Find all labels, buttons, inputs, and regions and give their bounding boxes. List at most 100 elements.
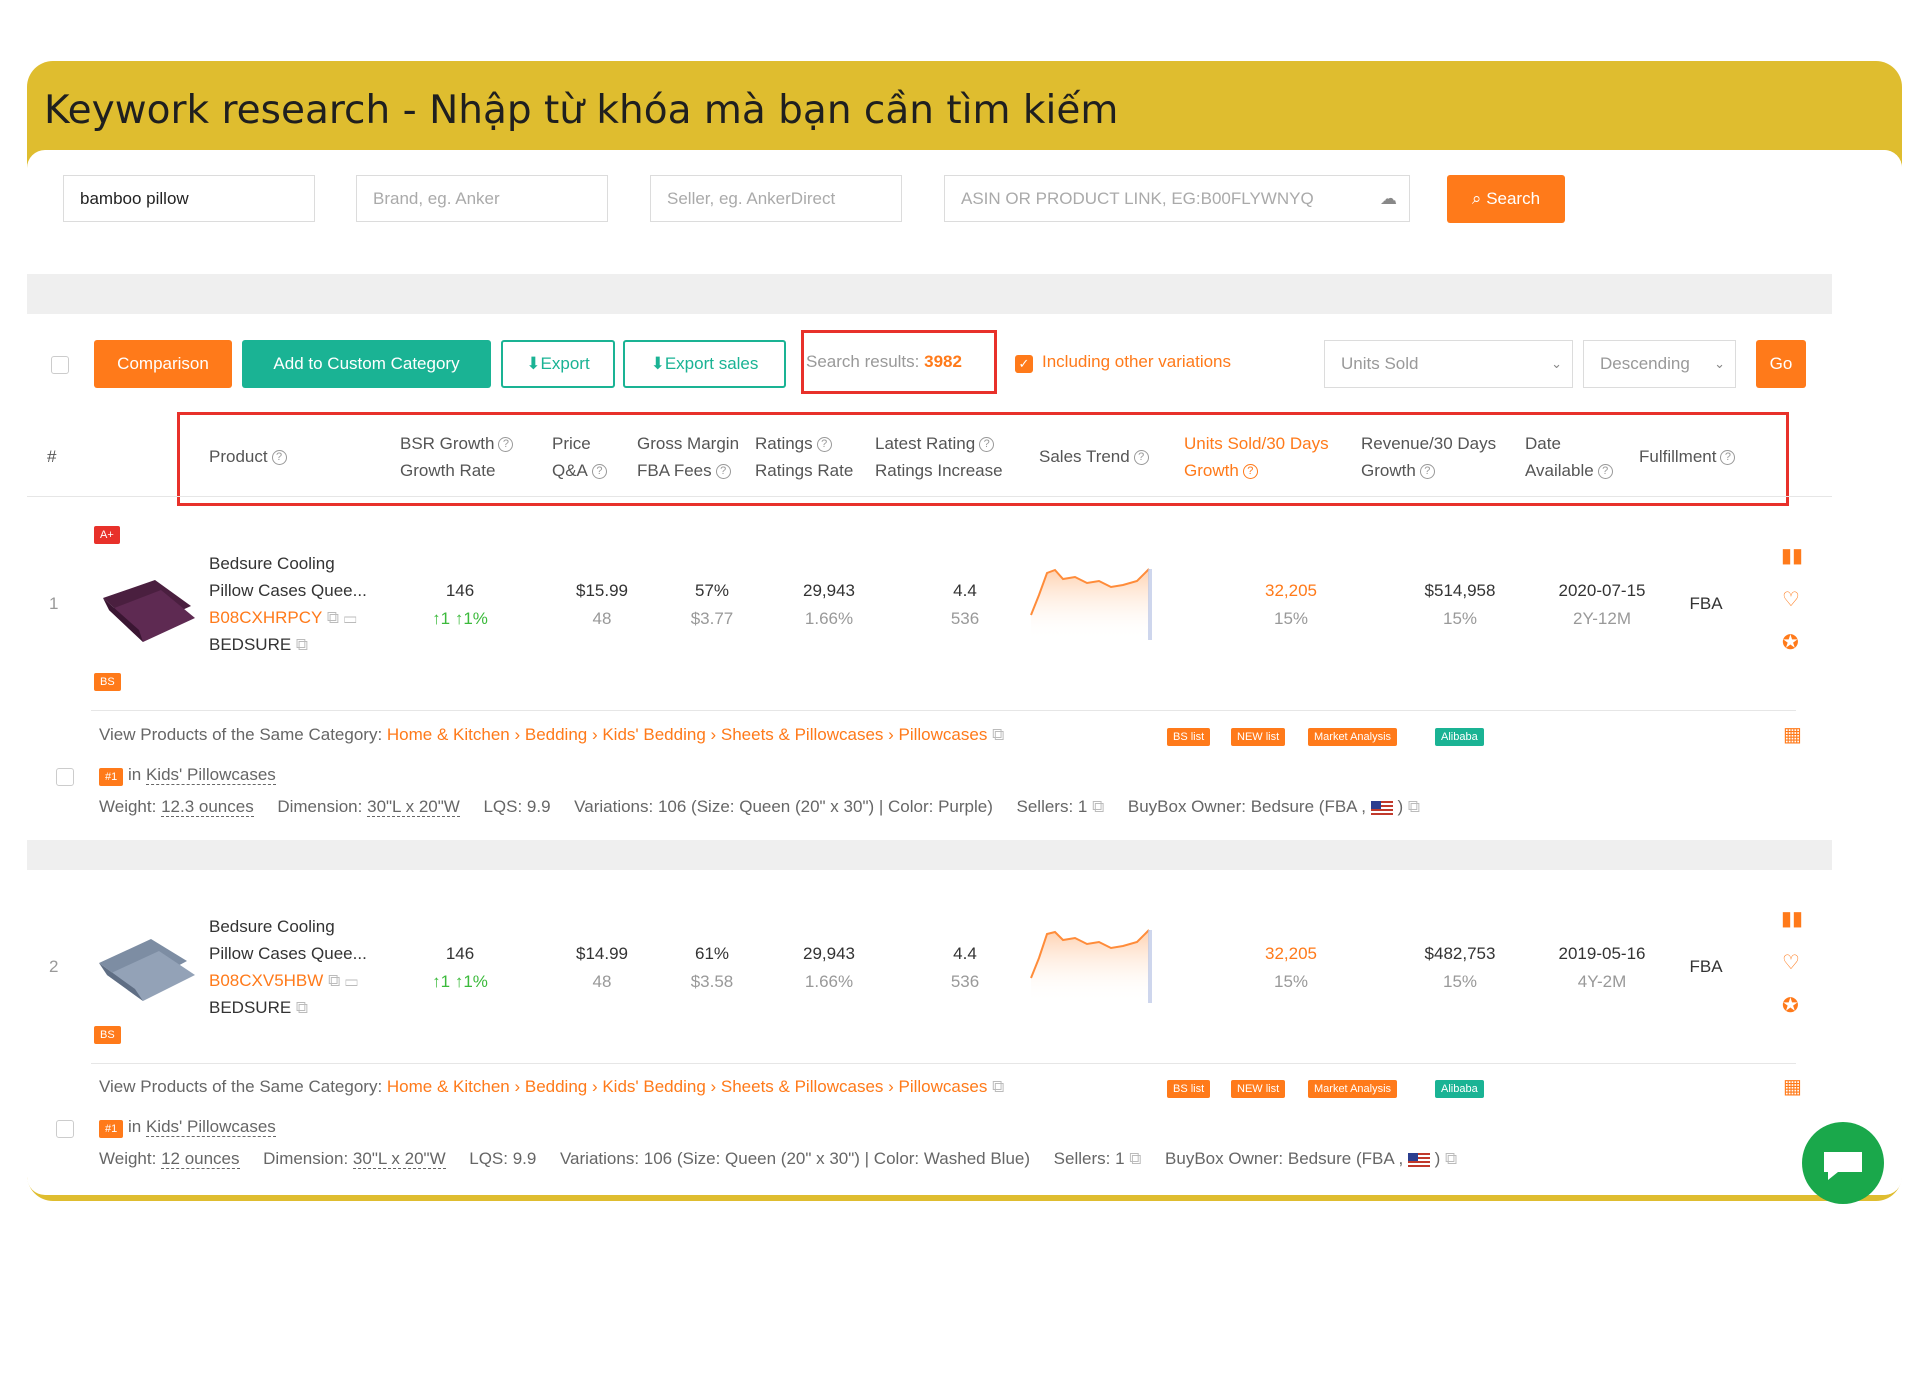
external-link-icon[interactable]: ⧉: [1408, 797, 1420, 816]
brand-name[interactable]: BEDSURE: [209, 998, 291, 1017]
header-date-label: Date: [1525, 434, 1561, 453]
calculator-icon[interactable]: ▦: [1783, 1074, 1802, 1099]
new-list-tag[interactable]: NEW list: [1231, 1080, 1286, 1098]
export-button[interactable]: ⬇Export: [501, 340, 615, 388]
header-latest-rating[interactable]: Latest Rating? Ratings Increase: [875, 430, 1003, 484]
add-custom-category-button[interactable]: Add to Custom Category: [242, 340, 491, 388]
external-link-icon[interactable]: ⧉: [992, 1077, 1004, 1096]
asin-link[interactable]: B08CXHRPCY: [209, 608, 322, 627]
brand-name[interactable]: BEDSURE: [209, 635, 291, 654]
brand-input[interactable]: Brand, eg. Anker: [356, 175, 608, 222]
rank-badge: #1: [99, 1120, 124, 1138]
help-icon: ?: [1242, 464, 1258, 480]
ratings-cell: 29,943 1.66%: [789, 940, 869, 996]
sales-trend-sparkline[interactable]: [1027, 555, 1155, 640]
new-list-tag[interactable]: NEW list: [1231, 728, 1286, 746]
product-title-line2[interactable]: Pillow Cases Quee...: [209, 577, 367, 604]
fba-value: $3.58: [690, 972, 734, 991]
price-cell: $15.99 48: [562, 577, 642, 633]
product-image[interactable]: [95, 927, 201, 1005]
calculator-icon[interactable]: ▦: [1783, 722, 1802, 747]
product-image[interactable]: [95, 568, 201, 646]
external-link-icon[interactable]: ⧉: [296, 998, 308, 1017]
ratings-cell: 29,943 1.66%: [789, 577, 869, 633]
header-bsr[interactable]: BSR Growth? Growth Rate: [400, 430, 514, 484]
bar-chart-icon[interactable]: ▮▮: [1781, 543, 1803, 568]
details-line: Weight: 12 ounces Dimension: 30"L x 20"W…: [99, 1149, 1458, 1169]
rank-badge: #1: [99, 768, 124, 786]
comparison-button[interactable]: Comparison: [94, 340, 232, 388]
market-analysis-tag[interactable]: Market Analysis: [1308, 1080, 1398, 1098]
category-path-link[interactable]: Home & Kitchen › Bedding › Kids' Bedding…: [387, 1077, 987, 1096]
rank-category-link[interactable]: Kids' Pillowcases: [145, 765, 276, 785]
export-sales-button[interactable]: ⬇Export sales: [623, 340, 786, 388]
units-growth-value: 15%: [1273, 609, 1309, 628]
variations-checkbox[interactable]: ✓: [1015, 355, 1033, 373]
external-link-icon[interactable]: ⧉: [1445, 1149, 1457, 1168]
chevron-down-icon: ⌄: [1551, 356, 1562, 371]
upload-icon[interactable]: ☁: [1380, 176, 1397, 221]
row-checkbox[interactable]: [56, 1120, 74, 1138]
comment-icon[interactable]: ▭: [345, 971, 358, 990]
header-product[interactable]: Product?: [209, 443, 287, 470]
search-results-count: 3982: [924, 352, 962, 371]
asin-input[interactable]: ASIN OR PRODUCT LINK, EG:B00FLYWNYQ ☁: [944, 175, 1410, 222]
select-all-checkbox[interactable]: [51, 356, 69, 374]
header-revenue[interactable]: Revenue/30 Days Growth?: [1361, 430, 1496, 484]
asin-link[interactable]: B08CXV5HBW: [209, 971, 323, 990]
header-latest-label: Latest Rating: [875, 434, 976, 453]
date-value: 2019-05-16: [1558, 944, 1646, 963]
heart-icon[interactable]: ♡: [1782, 950, 1800, 975]
header-sales-trend-label: Sales Trend: [1039, 447, 1130, 466]
external-link-icon[interactable]: ⧉: [1092, 797, 1104, 816]
date-cell: 2020-07-15 2Y-12M: [1547, 577, 1657, 633]
product-title-line1[interactable]: Bedsure Cooling: [209, 550, 367, 577]
keyword-input[interactable]: bamboo pillow: [63, 175, 315, 222]
sort-field-select[interactable]: Units Sold ⌄: [1324, 340, 1573, 388]
sort-order-value: Descending: [1600, 354, 1690, 373]
market-analysis-tag[interactable]: Market Analysis: [1308, 728, 1398, 746]
asin-placeholder: ASIN OR PRODUCT LINK, EG:B00FLYWNYQ: [961, 189, 1314, 208]
sort-order-select[interactable]: Descending ⌄: [1583, 340, 1736, 388]
alibaba-tag[interactable]: Alibaba: [1435, 728, 1484, 746]
target-icon[interactable]: ✪: [1782, 993, 1799, 1018]
external-link-icon[interactable]: ⧉: [1129, 1149, 1141, 1168]
alibaba-tag[interactable]: Alibaba: [1435, 1080, 1484, 1098]
header-ratings[interactable]: Ratings? Ratings Rate: [755, 430, 853, 484]
bs-list-tag[interactable]: BS list: [1167, 728, 1211, 746]
external-link-icon[interactable]: ⧉: [296, 635, 308, 654]
header-sales-trend[interactable]: Sales Trend?: [1039, 443, 1149, 470]
external-link-icon[interactable]: ⧉: [992, 725, 1004, 744]
go-button[interactable]: Go: [1756, 340, 1806, 388]
units-growth-value: 15%: [1273, 972, 1309, 991]
header-date[interactable]: Date Available?: [1525, 430, 1613, 484]
comment-icon[interactable]: ▭: [344, 608, 357, 627]
sales-trend-sparkline[interactable]: [1027, 918, 1155, 1003]
external-link-icon[interactable]: ⧉: [328, 971, 340, 990]
heart-icon[interactable]: ♡: [1782, 587, 1800, 612]
search-button[interactable]: ⌕ Search: [1447, 175, 1565, 223]
header-fulfillment[interactable]: Fulfillment?: [1639, 443, 1736, 470]
external-link-icon[interactable]: ⧉: [327, 608, 339, 627]
category-path-link[interactable]: Home & Kitchen › Bedding › Kids' Bedding…: [387, 725, 987, 744]
fulfillment-value: FBA: [1689, 594, 1723, 613]
product-title-line1[interactable]: Bedsure Cooling: [209, 913, 367, 940]
header-units-sold[interactable]: Units Sold/30 Days Growth?: [1184, 430, 1329, 484]
bar-chart-icon[interactable]: ▮▮: [1781, 906, 1803, 931]
revenue-value: $482,753: [1424, 944, 1496, 963]
header-fulfillment-label: Fulfillment: [1639, 447, 1717, 466]
target-icon[interactable]: ✪: [1782, 630, 1799, 655]
bs-list-tag[interactable]: BS list: [1167, 1080, 1211, 1098]
product-title-line2[interactable]: Pillow Cases Quee...: [209, 940, 367, 967]
revenue-growth-value: 15%: [1442, 972, 1478, 991]
chat-button[interactable]: [1802, 1122, 1884, 1204]
price-value: $14.99: [576, 944, 628, 963]
bsr-value: 146: [445, 944, 475, 963]
header-price[interactable]: Price Q&A?: [552, 430, 607, 484]
rank-category-link[interactable]: Kids' Pillowcases: [145, 1117, 276, 1137]
seller-input[interactable]: Seller, eg. AnkerDirect: [650, 175, 902, 222]
rank-line: #1 in Kids' Pillowcases: [99, 1117, 276, 1138]
header-margin[interactable]: Gross Margin FBA Fees?: [637, 430, 739, 484]
weight-label: Weight:: [99, 1149, 157, 1168]
row-checkbox[interactable]: [56, 768, 74, 786]
